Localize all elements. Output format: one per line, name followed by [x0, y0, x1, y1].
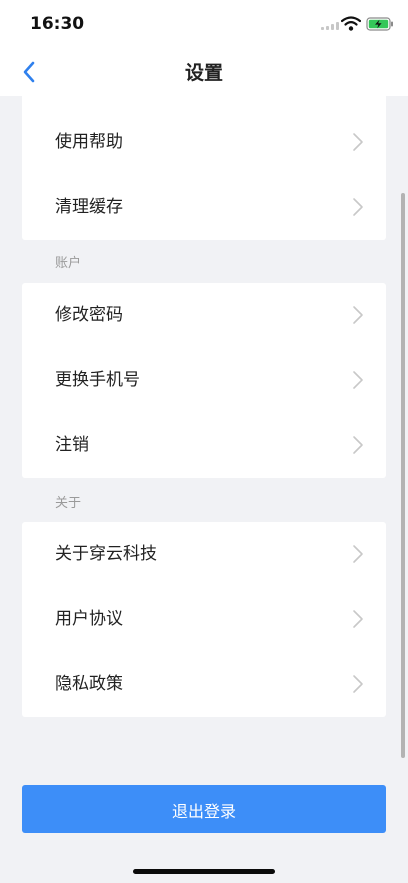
nav-bar: 设置: [0, 48, 408, 96]
scrollbar[interactable]: [401, 193, 405, 758]
wifi-icon: [341, 16, 361, 31]
account-card: 修改密码 更换手机号 注销: [22, 283, 386, 478]
cellular-signal-icon: [321, 22, 339, 30]
settings-item-label: 清理缓存: [55, 197, 123, 217]
logout-button[interactable]: 退出登录: [22, 785, 386, 833]
home-indicator: [133, 869, 275, 874]
settings-item-label: 修改密码: [55, 305, 123, 325]
chevron-right-icon: [353, 198, 363, 216]
settings-item-privacy-policy[interactable]: 隐私政策: [22, 652, 386, 717]
chevron-right-icon: [353, 545, 363, 563]
settings-item-label: 更换手机号: [55, 370, 140, 390]
settings-item-change-password[interactable]: 修改密码: [22, 283, 386, 348]
chevron-right-icon: [353, 306, 363, 324]
about-card: 关于穿云科技 用户协议 隐私政策: [22, 522, 386, 717]
settings-item-about-company[interactable]: 关于穿云科技: [22, 522, 386, 587]
settings-item-user-agreement[interactable]: 用户协议: [22, 587, 386, 652]
settings-item-change-phone[interactable]: 更换手机号: [22, 348, 386, 413]
chevron-right-icon: [353, 133, 363, 151]
general-card: 使用帮助 清理缓存: [22, 96, 386, 240]
settings-item-label: 隐私政策: [55, 674, 123, 694]
section-title-account: 账户: [55, 256, 82, 271]
chevron-right-icon: [353, 610, 363, 628]
chevron-right-icon: [353, 675, 363, 693]
chevron-right-icon: [353, 371, 363, 389]
settings-item-label: 注销: [55, 435, 89, 455]
settings-list[interactable]: 使用帮助 清理缓存 账户 修改密码 更换手机号 注销 关于 关于穿云科技 用户协…: [0, 96, 408, 850]
settings-item-label: 关于穿云科技: [55, 544, 157, 564]
settings-item-help[interactable]: 使用帮助: [22, 110, 386, 175]
chevron-right-icon: [353, 436, 363, 454]
settings-item-deactivate[interactable]: 注销: [22, 413, 386, 478]
battery-charging-icon: [366, 17, 393, 31]
status-bar: 16:30: [0, 0, 408, 48]
settings-item-label: 使用帮助: [55, 132, 123, 152]
logout-label: 退出登录: [171, 804, 236, 821]
status-time: 16:30: [30, 14, 85, 34]
page-title: 设置: [184, 62, 223, 84]
section-title-about: 关于: [55, 496, 82, 511]
settings-item-label: 用户协议: [55, 609, 123, 629]
settings-item-clear-cache[interactable]: 清理缓存: [22, 175, 386, 240]
